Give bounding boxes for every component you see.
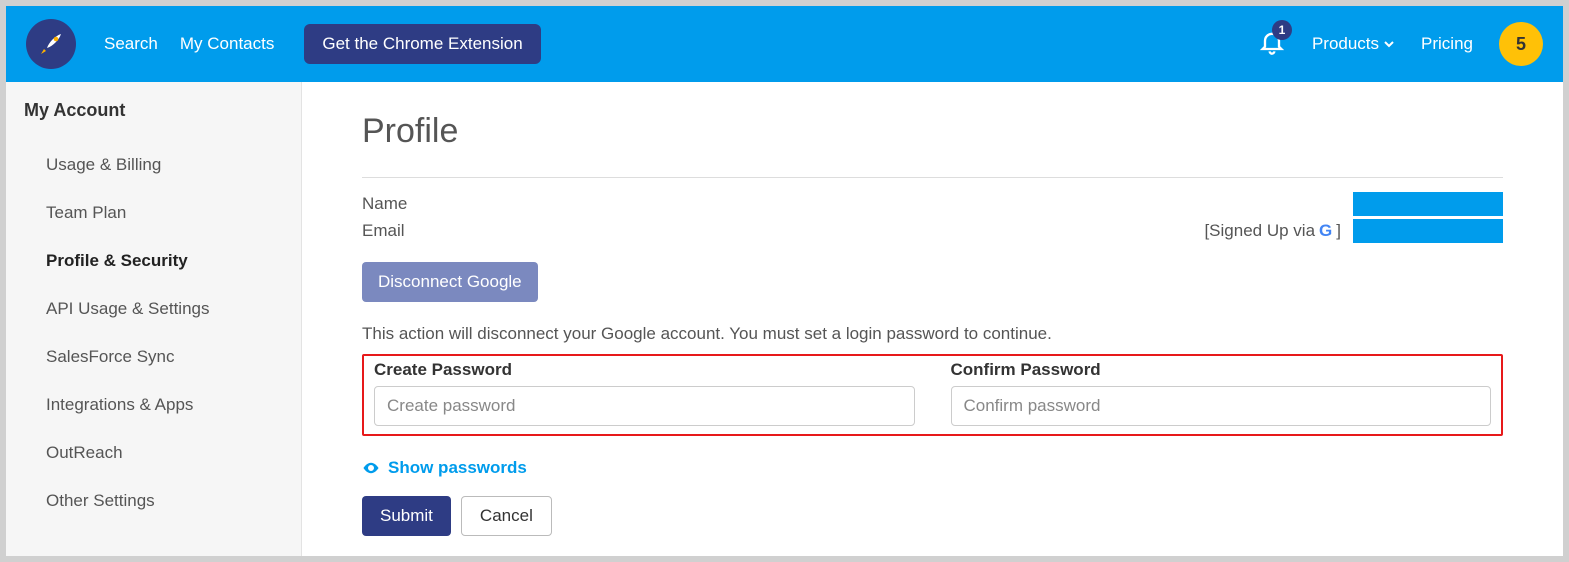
confirm-password-label: Confirm Password: [951, 360, 1492, 380]
redacted-name-block: [1353, 192, 1503, 216]
nav-links: Search My Contacts Get the Chrome Extens…: [104, 24, 541, 64]
show-passwords-label: Show passwords: [388, 458, 527, 478]
nav-search[interactable]: Search: [104, 34, 158, 54]
sidebar: My Account Usage & Billing Team Plan Pro…: [6, 82, 302, 556]
notifications-button[interactable]: 1: [1258, 28, 1286, 61]
name-label: Name: [362, 190, 407, 217]
page-title: Profile: [362, 112, 1503, 151]
signed-up-via: [Signed Up via G ]: [1204, 217, 1503, 244]
header-right: 1 Products Pricing 5: [1258, 22, 1543, 66]
google-icon: G: [1319, 217, 1332, 244]
sidebar-title: My Account: [24, 100, 301, 121]
sidebar-item-outreach[interactable]: OutReach: [24, 429, 301, 477]
disconnect-google-button[interactable]: Disconnect Google: [362, 262, 538, 302]
sidebar-item-usage-billing[interactable]: Usage & Billing: [24, 141, 301, 189]
eye-icon: [362, 459, 380, 477]
top-header: Search My Contacts Get the Chrome Extens…: [6, 6, 1563, 82]
password-fields-group: Create Password Confirm Password: [362, 354, 1503, 436]
nav-products-label: Products: [1312, 34, 1379, 54]
disconnect-info-text: This action will disconnect your Google …: [362, 324, 1503, 344]
notifications-badge: 1: [1272, 20, 1292, 40]
sidebar-item-team-plan[interactable]: Team Plan: [24, 189, 301, 237]
confirm-password-field: Confirm Password: [951, 360, 1492, 426]
name-row: Name: [362, 190, 1503, 217]
create-password-label: Create Password: [374, 360, 915, 380]
brand-logo[interactable]: [26, 19, 76, 69]
user-avatar-badge[interactable]: 5: [1499, 22, 1543, 66]
sidebar-item-integrations-apps[interactable]: Integrations & Apps: [24, 381, 301, 429]
email-label: Email: [362, 217, 405, 244]
form-buttons: Submit Cancel: [362, 496, 1503, 536]
sidebar-item-other-settings[interactable]: Other Settings: [24, 477, 301, 525]
signed-up-prefix: [Signed Up via: [1204, 217, 1315, 244]
body: My Account Usage & Billing Team Plan Pro…: [6, 82, 1563, 556]
create-password-input[interactable]: [374, 386, 915, 426]
redacted-email-block: [1353, 219, 1503, 243]
create-password-field: Create Password: [374, 360, 915, 426]
profile-info-section: Name Email [Signed Up via G ] Disconnect…: [362, 177, 1503, 302]
sidebar-item-profile-security[interactable]: Profile & Security: [24, 237, 301, 285]
show-passwords-toggle[interactable]: Show passwords: [362, 458, 1503, 478]
main-content: Profile Name Email [Signed Up via G ]: [302, 82, 1563, 556]
app-window: Search My Contacts Get the Chrome Extens…: [6, 6, 1563, 556]
nav-my-contacts[interactable]: My Contacts: [180, 34, 274, 54]
signed-up-suffix: ]: [1336, 217, 1341, 244]
confirm-password-input[interactable]: [951, 386, 1492, 426]
cancel-button[interactable]: Cancel: [461, 496, 552, 536]
chevron-down-icon: [1383, 38, 1395, 50]
nav-pricing[interactable]: Pricing: [1421, 34, 1473, 54]
sidebar-item-api-usage[interactable]: API Usage & Settings: [24, 285, 301, 333]
nav-products[interactable]: Products: [1312, 34, 1395, 54]
chrome-extension-button[interactable]: Get the Chrome Extension: [304, 24, 540, 64]
sidebar-item-salesforce-sync[interactable]: SalesForce Sync: [24, 333, 301, 381]
submit-button[interactable]: Submit: [362, 496, 451, 536]
email-row: Email [Signed Up via G ]: [362, 217, 1503, 244]
rocket-icon: [35, 28, 67, 60]
